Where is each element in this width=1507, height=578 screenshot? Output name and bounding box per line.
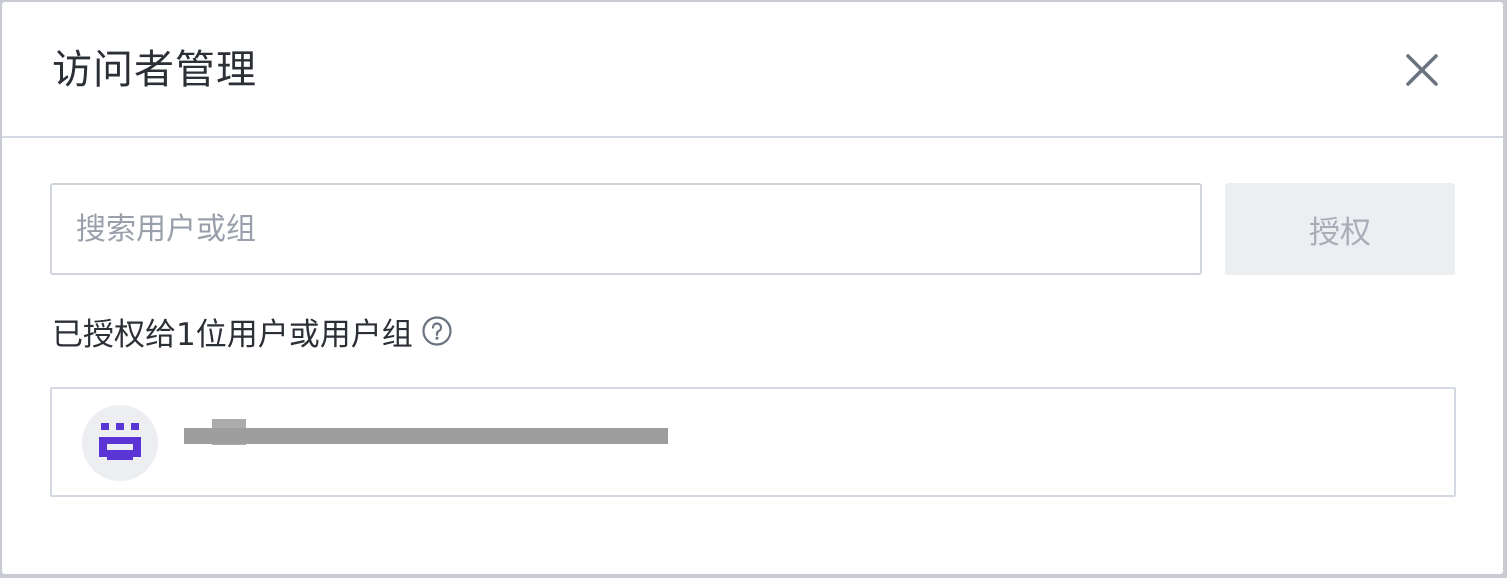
authorized-summary: 已授权给1位用户或用户组	[52, 308, 453, 354]
dialog-title: 访问者管理	[52, 47, 257, 93]
search-user-or-group-input[interactable]	[50, 183, 1202, 275]
grant-button[interactable]: 授权	[1225, 183, 1455, 275]
close-icon[interactable]	[1400, 48, 1444, 92]
help-circle-icon[interactable]	[421, 315, 453, 347]
dialog-header: 访问者管理	[2, 2, 1503, 138]
authorized-summary-text: 已授权给1位用户或用户组	[52, 316, 413, 353]
redaction-bar	[184, 428, 668, 444]
authorized-member-list	[50, 387, 1456, 497]
smiley-avatar-icon	[82, 405, 158, 481]
list-item[interactable]	[52, 389, 1454, 495]
visitor-management-dialog: 访问者管理 授权 已授权给1位用户或用户组	[2, 2, 1503, 574]
redaction-bar	[212, 419, 246, 445]
